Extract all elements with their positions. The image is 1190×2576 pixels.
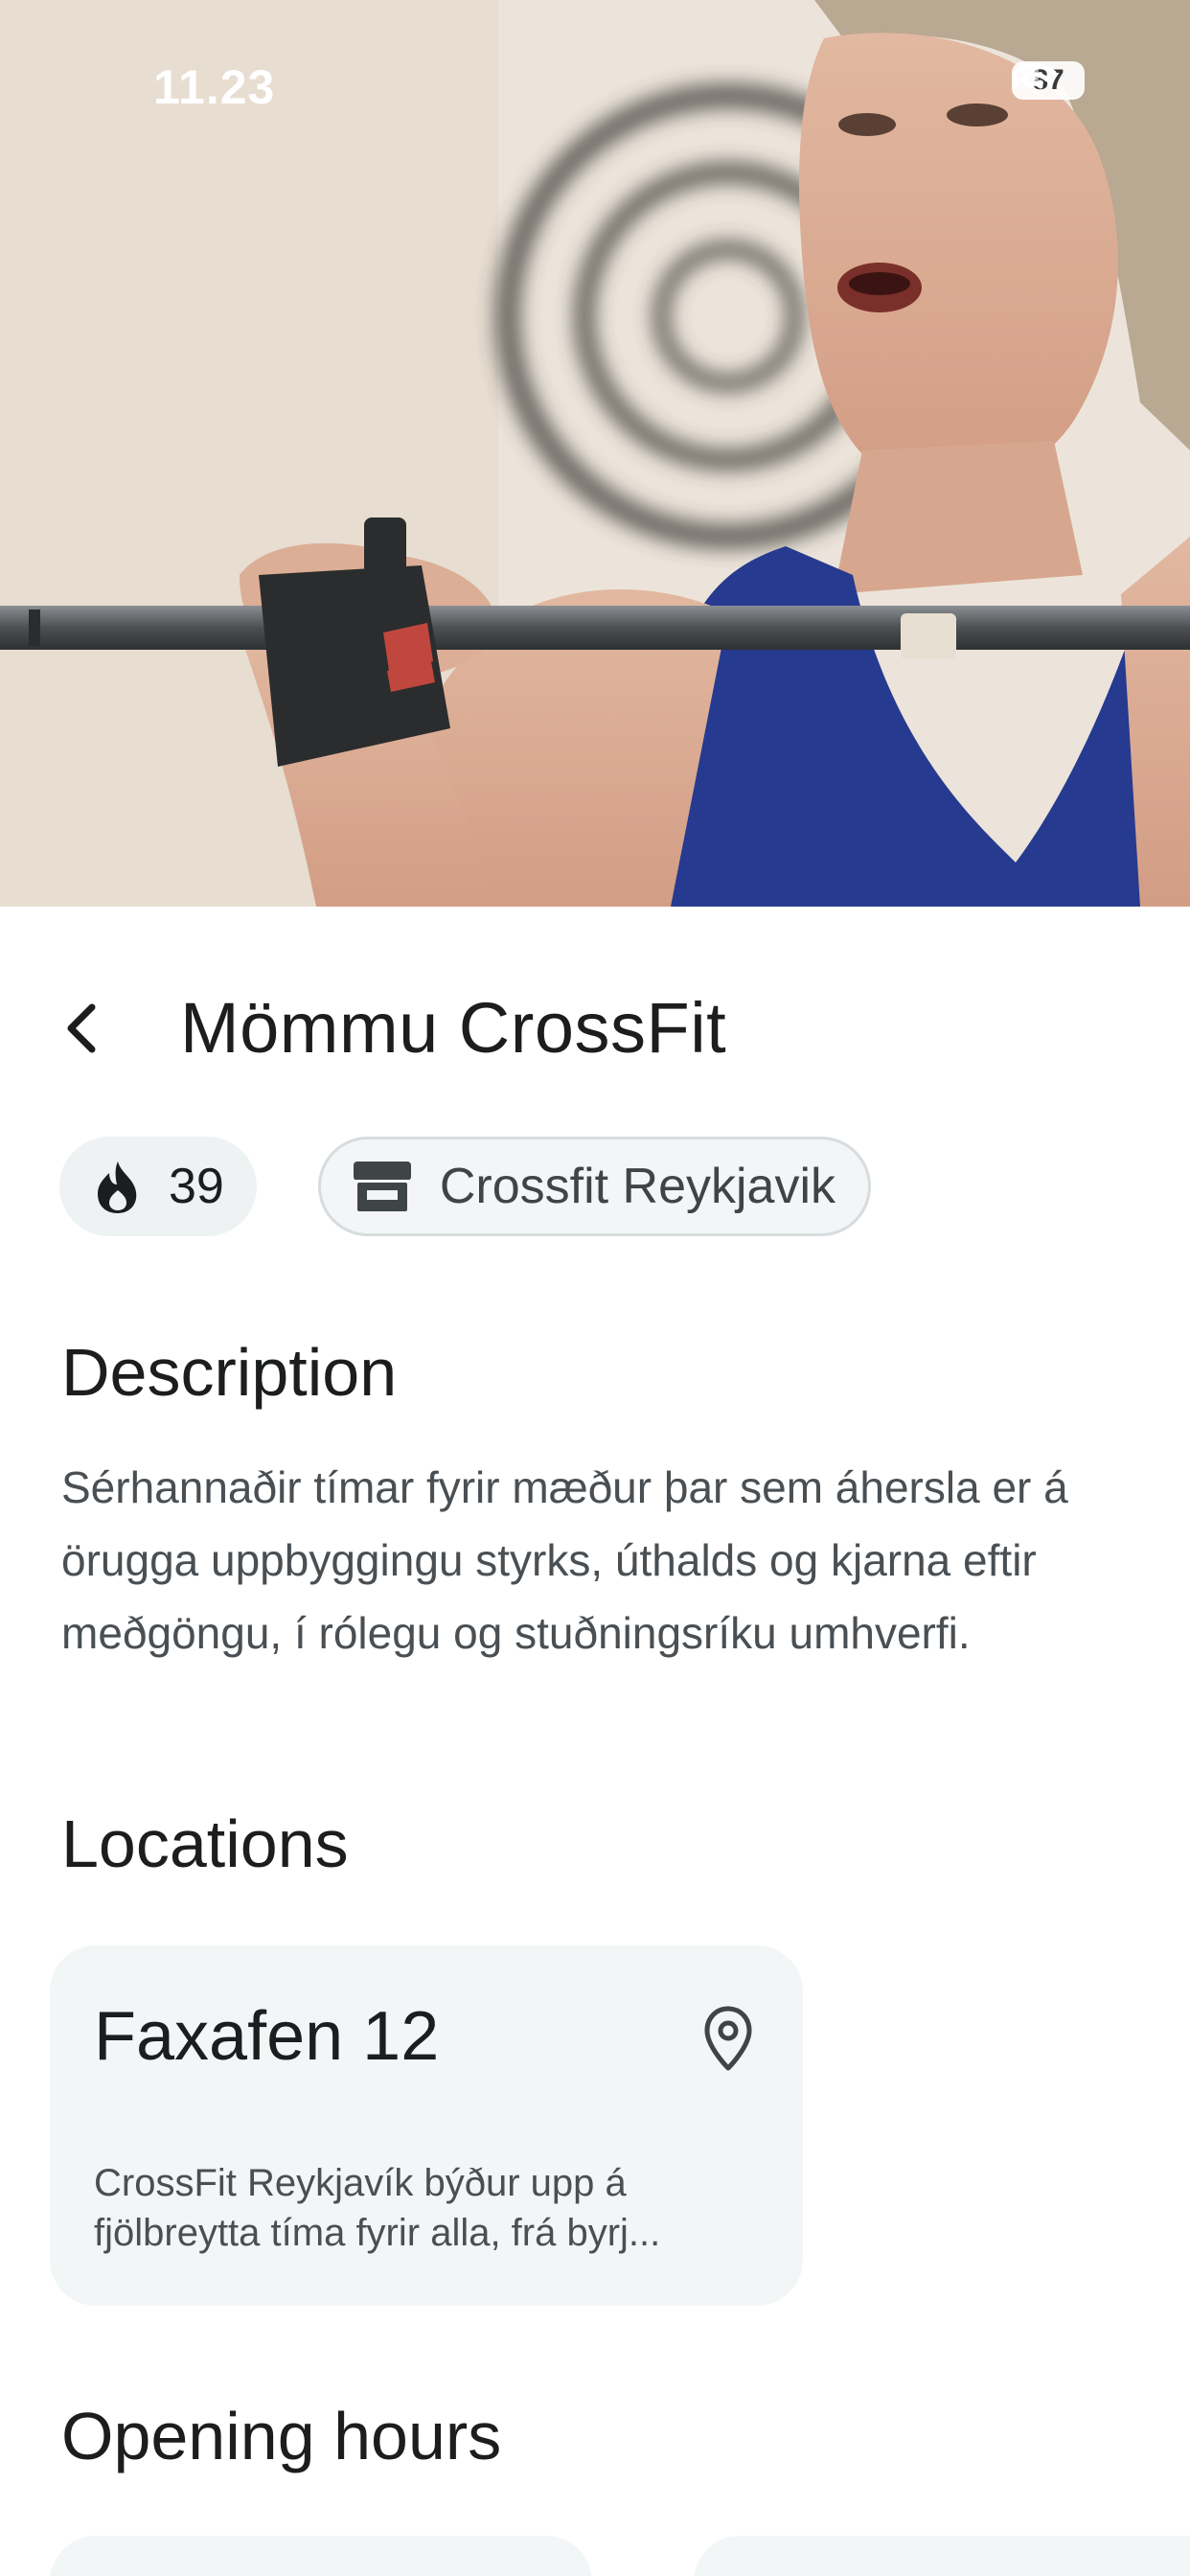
page-header: Mömmu CrossFit [61,987,726,1069]
storefront-icon [353,1162,411,1211]
description-text: Sérhannaðir tímar fyrir mæður þar sem áh… [61,1462,1068,1658]
fire-icon [98,1162,137,1213]
opening-hours-heading: Opening hours [61,2399,502,2473]
class-detail-screen: 11.23 87 Mömmu CrossFit 39 Crossfit Reyk… [0,0,1190,2576]
locations-heading: Locations [61,1806,349,1881]
location-card[interactable]: Faxafen 12 CrossFit Reykjavík býður upp … [50,1945,803,2306]
status-time: 11.23 [153,60,276,114]
description-heading: Description [61,1335,398,1410]
wifi-icon [1013,63,1057,95]
page-title: Mömmu CrossFit [180,988,727,1068]
back-button[interactable] [61,994,130,1063]
hero-image: 11.23 87 [0,0,1190,907]
gym-name: Crossfit Reykjavik [439,1159,836,1214]
opening-hours-card[interactable] [694,2536,1190,2576]
chevron-left-icon [67,1003,96,1052]
hero-photo-illustration [0,0,1190,907]
location-description: CrossFit Reykjavík býður upp á fjölbreyt… [94,2162,661,2254]
status-icons: 87 [1012,61,1085,100]
streak-chip[interactable]: 39 [59,1137,257,1236]
map-pin-icon[interactable] [703,2005,753,2074]
streak-count: 39 [169,1159,224,1214]
location-name: Faxafen 12 [94,1998,440,2075]
opening-hours-card[interactable] [50,2536,592,2576]
gym-chip[interactable]: Crossfit Reykjavik [317,1137,872,1236]
chip-row: 39 Crossfit Reykjavik [59,1137,872,1236]
